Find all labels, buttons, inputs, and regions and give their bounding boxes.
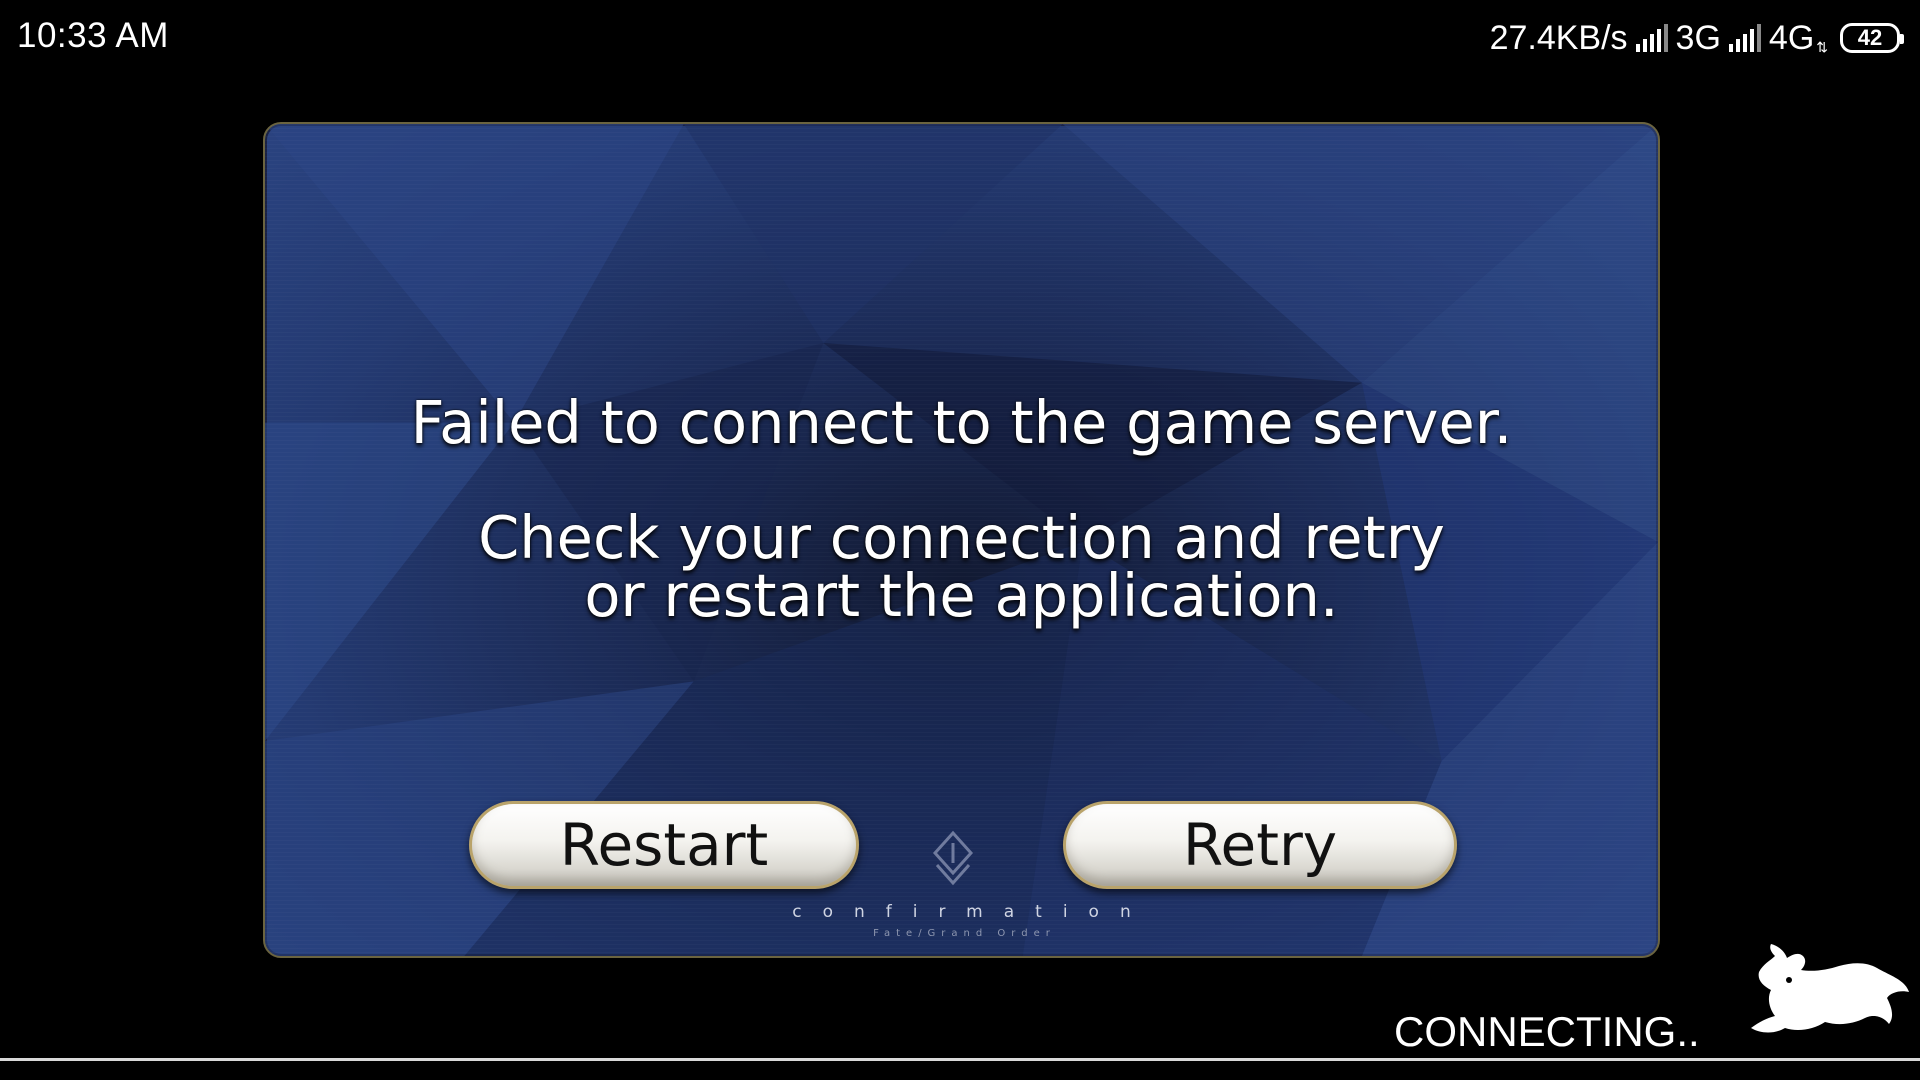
network-type-2: 4G	[1768, 18, 1815, 57]
fou-silhouette-icon	[1751, 944, 1909, 1033]
game-title-label: Fate/Grand Order	[873, 928, 1056, 939]
connecting-status: CONNECTING..	[1394, 1008, 1700, 1055]
network-type-1: 3G	[1675, 18, 1721, 57]
error-message-title: Failed to connect to the game server.	[410, 388, 1513, 457]
retry-button[interactable]: Retry	[1063, 801, 1457, 889]
fgo-emblem-icon	[932, 830, 974, 886]
error-dialog: Failed to connect to the game server. Ch…	[263, 122, 1660, 958]
confirmation-label: confirmation	[792, 902, 1152, 922]
signal-icon	[1635, 24, 1668, 52]
battery-level: 42	[1857, 25, 1883, 50]
restart-button[interactable]: Restart	[469, 801, 859, 889]
battery-icon: 42	[1840, 23, 1904, 53]
error-message-line: or restart the application.	[584, 561, 1339, 630]
status-indicators: 27.4KB/s 3G 4G ⇅ 42	[1482, 16, 1904, 60]
net-speed: 27.4KB/s	[1489, 18, 1628, 57]
status-bar: 10:33 AM 27.4KB/s 3G 4G ⇅ 42	[0, 0, 1920, 76]
data-activity-icon: ⇅	[1816, 39, 1828, 55]
signal-icon	[1728, 24, 1761, 52]
status-time: 10:33 AM	[17, 16, 169, 55]
error-message-line: Check your connection and retry	[478, 503, 1445, 572]
divider-line	[0, 1058, 1920, 1061]
